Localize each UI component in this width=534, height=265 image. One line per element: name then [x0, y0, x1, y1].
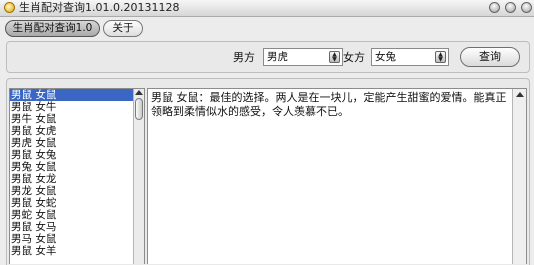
- list-item[interactable]: 男鼠 女龙: [10, 173, 144, 185]
- female-select[interactable]: 女兔 ▲ ▼: [371, 48, 449, 66]
- detail-text: 男鼠 女鼠：最佳的选择。两人是在一块儿，定能产生甜蜜的爱情。能真正领略到柔情似水…: [151, 91, 507, 118]
- scroll-up-arrow-icon[interactable]: [516, 92, 524, 97]
- tab-query[interactable]: 生肖配对查询1.0: [5, 20, 100, 37]
- title-bar: 生肖配对查询1.01.0.20131128: [0, 0, 534, 17]
- list-item[interactable]: 男鼠 女蛇: [10, 197, 144, 209]
- list-item[interactable]: 男龙 女鼠: [10, 185, 144, 197]
- query-toolbar: 男方 男虎 ▲ ▼ 女方 女兔 ▲ ▼ 查询: [6, 41, 530, 73]
- close-button[interactable]: [521, 2, 532, 13]
- list-item[interactable]: 男鼠 女羊: [10, 245, 144, 257]
- male-label: 男方: [233, 51, 255, 64]
- list-item[interactable]: 男兔 女鼠: [10, 161, 144, 173]
- detail-scrollbar[interactable]: [512, 89, 526, 264]
- female-label: 女方: [343, 51, 365, 64]
- tab-bar: 生肖配对查询1.0 关于: [0, 17, 534, 39]
- list-item[interactable]: 男蛇 女鼠: [10, 209, 144, 221]
- scroll-thumb[interactable]: [135, 98, 143, 120]
- female-select-value: 女兔: [375, 51, 396, 63]
- list-item[interactable]: 男牛 女鼠: [10, 113, 144, 125]
- list-item[interactable]: 男鼠 女虎: [10, 125, 144, 137]
- detail-textarea[interactable]: 男鼠 女鼠：最佳的选择。两人是在一块儿，定能产生甜蜜的爱情。能真正领略到柔情似水…: [147, 88, 527, 264]
- list-item[interactable]: 男虎 女鼠: [10, 137, 144, 149]
- maximize-button[interactable]: [505, 2, 516, 13]
- select-arrows-icon: ▲ ▼: [329, 51, 340, 63]
- list-item[interactable]: 男鼠 女兔: [10, 149, 144, 161]
- list-item[interactable]: 男鼠 女马: [10, 221, 144, 233]
- tab-about[interactable]: 关于: [103, 20, 143, 37]
- pair-list[interactable]: 男鼠 女鼠 男鼠 女牛 男牛 女鼠 男鼠 女虎 男虎 女鼠 男鼠 女兔 男兔 女鼠 男鼠 女龙…: [9, 88, 145, 264]
- list-scrollbar[interactable]: [133, 89, 144, 264]
- list-item[interactable]: 男鼠 女鼠: [10, 89, 144, 101]
- scroll-up-arrow-icon[interactable]: [135, 90, 143, 95]
- list-item[interactable]: 男马 女鼠: [10, 233, 144, 245]
- window-title: 生肖配对查询1.01.0.20131128: [19, 1, 180, 14]
- male-select-value: 男虎: [267, 51, 288, 63]
- minimize-button[interactable]: [489, 2, 500, 13]
- pair-list-items: 男鼠 女鼠 男鼠 女牛 男牛 女鼠 男鼠 女虎 男虎 女鼠 男鼠 女兔 男兔 女鼠 男鼠 女龙…: [10, 89, 144, 257]
- query-button[interactable]: 查询: [460, 47, 520, 67]
- list-item[interactable]: 男鼠 女牛: [10, 101, 144, 113]
- select-arrows-icon: ▲ ▼: [435, 51, 446, 63]
- male-select[interactable]: 男虎 ▲ ▼: [263, 48, 343, 66]
- app-icon: [4, 2, 15, 13]
